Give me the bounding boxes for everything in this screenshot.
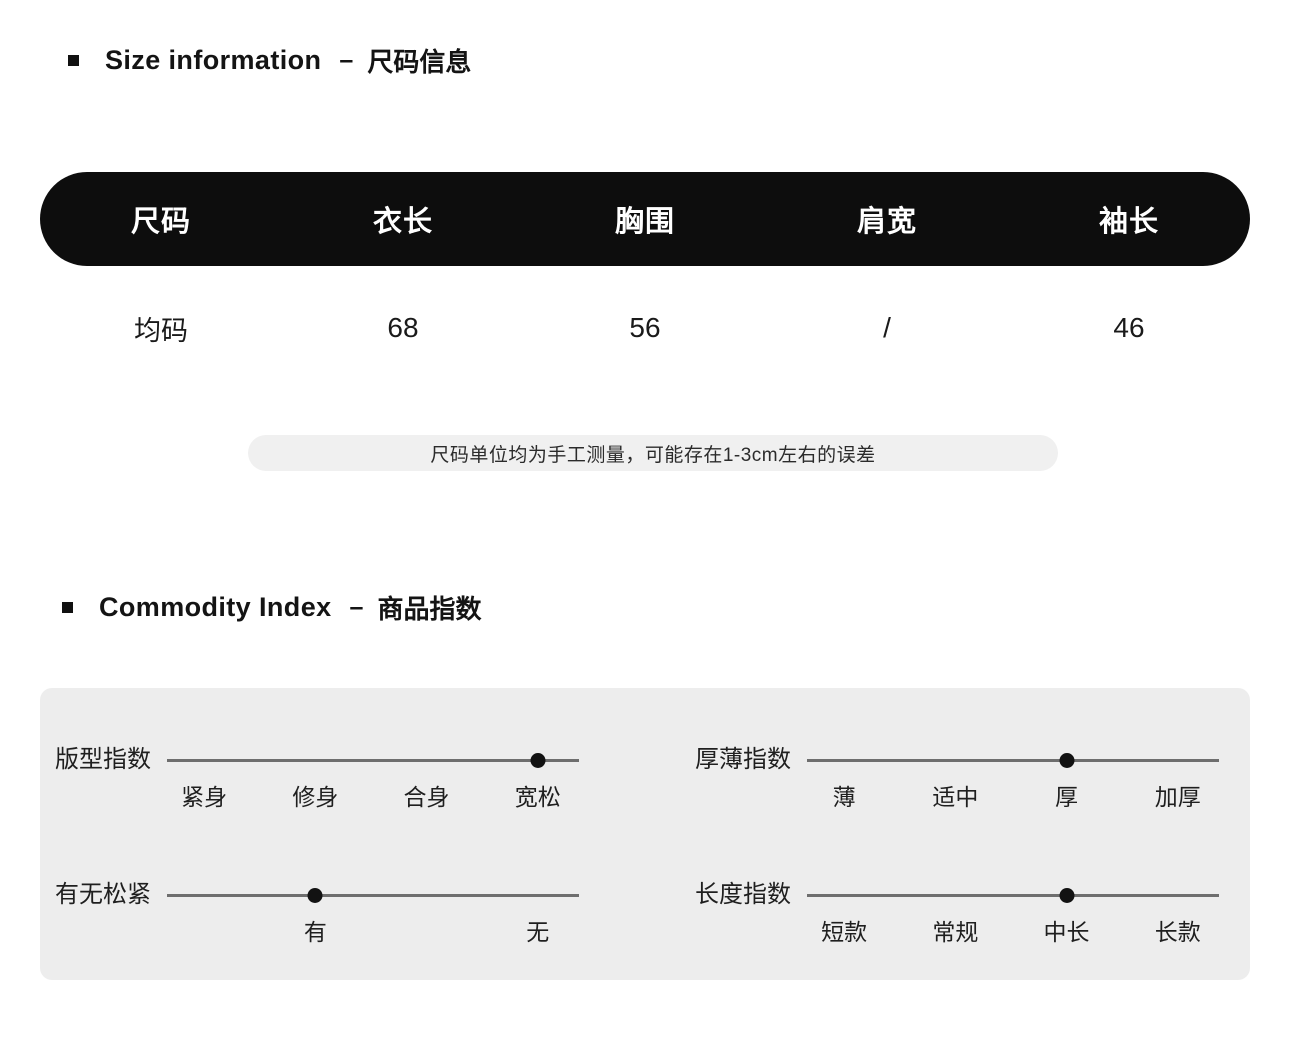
index-slider-control[interactable]: 短款 常规 中长 长款 (807, 883, 1219, 953)
index-slider-label: 长度指数 (695, 881, 791, 908)
index-slider-track[interactable] (167, 748, 579, 772)
section-heading-size: Size information – 尺码信息 (68, 42, 471, 79)
index-slider-option[interactable]: 厚 (1055, 778, 1078, 812)
index-slider-4[interactable]: 长度指数短款 常规 中长 长款 (695, 883, 1219, 953)
section-title-dash: – (349, 593, 364, 621)
size-table: 尺码 衣长 胸围 肩宽 袖长 均码 68 56 / 46 (40, 172, 1250, 362)
table-row: 均码 68 56 / 46 (40, 294, 1250, 362)
index-slider-label: 厚薄指数 (695, 746, 791, 773)
commodity-index-panel: 版型指数 紧身 修身 合身 宽松 厚薄指数薄适中厚加厚 有无松紧有无长度指数 短款 常规 中长 长款 (40, 688, 1250, 980)
index-slider-option[interactable]: 有 (304, 913, 327, 947)
size-note-text: 尺码单位均为手工测量，可能存在1-3cm左右的误差 (430, 444, 876, 466)
section-title-cn: 商品指数 (377, 594, 482, 624)
size-table-cell: 均码 (134, 315, 188, 346)
index-slider-thumb[interactable] (1059, 888, 1075, 903)
size-table-header-cell: 尺码 (130, 206, 191, 238)
size-table-cell: 68 (387, 312, 419, 343)
size-table-cell: 46 (1113, 312, 1145, 343)
commodity-index-grid: 版型指数 紧身 修身 合身 宽松 厚薄指数薄适中厚加厚 有无松紧有无长度指数 短款 常规 中长 长款 (40, 688, 1250, 980)
index-slider-thumb[interactable] (1059, 753, 1075, 768)
index-slider-option[interactable]: 长款 (1155, 913, 1201, 947)
size-table-header-cell: 衣长 (372, 206, 433, 238)
index-slider-option[interactable]: 常规 (932, 913, 978, 947)
index-slider-option[interactable]: 无 (526, 913, 549, 947)
index-slider-track[interactable] (167, 883, 579, 907)
index-slider-2[interactable]: 厚薄指数薄 适中 厚 加厚 (695, 748, 1219, 818)
index-slider-line (167, 759, 579, 762)
index-slider-ticks: 有无 (167, 913, 579, 953)
index-slider-option[interactable]: 宽松 (515, 778, 561, 812)
size-table-header-row: 尺码 衣长 胸围 肩宽 袖长 (40, 172, 1250, 266)
index-slider-3[interactable]: 有无松紧有无 (55, 883, 579, 953)
index-slider-option[interactable]: 加厚 (1155, 778, 1201, 812)
size-table-header-cell: 袖长 (1098, 206, 1159, 238)
index-slider-ticks: 薄 适中 厚 加厚 (807, 778, 1219, 818)
index-slider-control[interactable]: 薄 适中 厚 加厚 (807, 748, 1219, 818)
size-table-header-cell: 胸围 (614, 206, 675, 238)
index-slider-option[interactable]: 适中 (932, 778, 978, 812)
index-slider-option[interactable]: 短款 (821, 913, 867, 947)
section-title-en: Size information (105, 45, 322, 75)
index-slider-option[interactable]: 合身 (404, 778, 450, 812)
index-slider-line (807, 894, 1219, 897)
index-slider-control[interactable]: 紧身 修身 合身 宽松 (167, 748, 579, 818)
index-slider-control[interactable]: 有无 (167, 883, 579, 953)
square-bullet-icon (68, 55, 79, 66)
index-slider-1[interactable]: 版型指数紧身 修身 合身 宽松 (55, 748, 579, 818)
size-table-header-cell: 肩宽 (856, 206, 917, 238)
index-slider-ticks: 短款 常规 中长 长款 (807, 913, 1219, 953)
index-slider-label: 有无松紧 (55, 881, 151, 908)
index-slider-option[interactable]: 中长 (1044, 913, 1090, 947)
index-slider-ticks: 紧身 修身 合身 宽松 (167, 778, 579, 818)
index-slider-option[interactable]: 修身 (292, 778, 338, 812)
section-title-cn: 尺码信息 (367, 47, 472, 77)
section-title-dash: – (339, 46, 354, 74)
size-table-cell: 56 (629, 312, 661, 343)
index-slider-option[interactable]: 紧身 (181, 778, 227, 812)
index-slider-line (807, 759, 1219, 762)
size-note-pill: 尺码单位均为手工测量，可能存在1-3cm左右的误差 (248, 435, 1058, 471)
index-slider-thumb[interactable] (530, 753, 546, 768)
index-slider-thumb[interactable] (307, 888, 323, 903)
index-slider-track[interactable] (807, 883, 1219, 907)
index-slider-line (167, 894, 579, 897)
index-slider-track[interactable] (807, 748, 1219, 772)
size-table-cell: / (883, 312, 891, 343)
square-bullet-icon (62, 602, 73, 613)
index-slider-option[interactable]: 薄 (833, 778, 856, 812)
index-slider-label: 版型指数 (55, 746, 151, 773)
section-heading-commodity-index: Commodity Index – 商品指数 (62, 589, 481, 626)
section-title-en: Commodity Index (99, 592, 332, 622)
